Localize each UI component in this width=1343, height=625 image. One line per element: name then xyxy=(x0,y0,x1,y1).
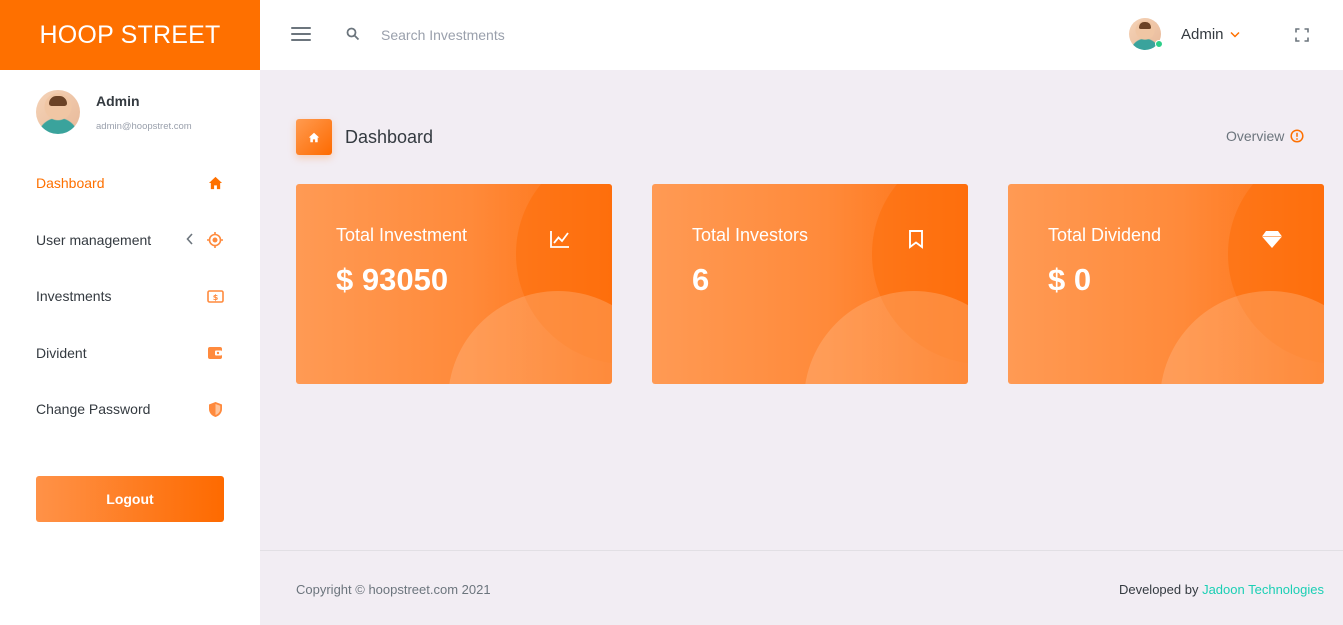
sidebar-item-user-management[interactable]: User management xyxy=(0,212,260,269)
svg-text:$: $ xyxy=(212,293,218,302)
stat-card-value: $ 93050 xyxy=(336,262,449,297)
sidebar-item-investments[interactable]: Investments $ xyxy=(0,268,260,325)
developer-link[interactable]: Jadoon Technologies xyxy=(1202,582,1324,597)
sidebar-item-label: Dashboard xyxy=(36,175,105,192)
search-input[interactable] xyxy=(381,22,681,48)
topbar: Admin xyxy=(260,0,1343,70)
overview-label: Overview xyxy=(1226,128,1285,144)
sidebar-item-label: Investments xyxy=(36,288,112,305)
info-circle-icon xyxy=(1290,129,1304,143)
bookmark-icon xyxy=(904,227,928,251)
chevron-left-icon xyxy=(186,232,194,248)
wallet-icon xyxy=(206,344,224,362)
home-icon xyxy=(206,174,224,192)
profile-email: admin@hoopstret.com xyxy=(96,121,192,132)
footer: Copyright © hoopstreet.com 2021 Develope… xyxy=(260,550,1343,625)
menu-toggle-icon[interactable] xyxy=(291,27,311,41)
chevron-down-icon xyxy=(1230,29,1240,41)
sidebar-item-dashboard[interactable]: Dashboard xyxy=(0,155,260,212)
home-icon xyxy=(296,119,332,155)
sidebar-item-change-password[interactable]: Change Password xyxy=(0,381,260,438)
copyright-text: Copyright © hoopstreet.com 2021 xyxy=(296,582,491,597)
sidebar-item-divident[interactable]: Divident xyxy=(0,325,260,382)
page-title: Dashboard xyxy=(345,126,434,147)
stat-card-total-investors: Total Investors 6 xyxy=(652,184,968,384)
chart-line-icon xyxy=(548,227,572,251)
sidebar: Admin admin@hoopstret.com Dashboard User… xyxy=(0,70,260,625)
avatar xyxy=(1129,18,1163,50)
sidebar-profile[interactable]: Admin admin@hoopstret.com xyxy=(36,90,192,134)
overview-link[interactable]: Overview xyxy=(1226,128,1304,144)
dollar-bill-icon: $ xyxy=(206,287,224,305)
sidebar-item-label: Divident xyxy=(36,344,87,361)
search-icon xyxy=(346,27,360,46)
stat-card-title: Total Investors xyxy=(692,225,809,245)
stat-card-title: Total Investment xyxy=(336,225,468,245)
online-status-dot xyxy=(1155,40,1163,48)
shield-icon xyxy=(206,400,224,418)
sidebar-nav: Dashboard User management Investments $ xyxy=(0,155,260,438)
logout-button[interactable]: Logout xyxy=(36,476,224,522)
avatar xyxy=(36,90,80,134)
stat-card-title: Total Dividend xyxy=(1048,225,1162,245)
sidebar-item-label: Change Password xyxy=(36,401,151,418)
sidebar-item-label: User management xyxy=(36,231,152,248)
profile-name: Admin xyxy=(96,93,140,109)
developed-by-prefix: Developed by xyxy=(1118,582,1199,597)
stat-card-value: $ 0 xyxy=(1048,262,1092,297)
user-menu[interactable]: Admin xyxy=(1129,18,1240,50)
brand-logo[interactable]: HOOP STREET xyxy=(0,0,260,70)
stat-card-total-investment: Total Investment $ 93050 xyxy=(296,184,612,384)
stat-card-value: 6 xyxy=(692,262,710,297)
user-name: Admin xyxy=(1181,25,1224,43)
crosshair-icon xyxy=(206,231,224,249)
fullscreen-icon[interactable] xyxy=(1295,28,1309,47)
developed-by: Developed by Jadoon Technologies xyxy=(1119,582,1324,597)
page-header: Dashboard xyxy=(296,119,433,155)
stat-card-total-dividend: Total Dividend $ 0 xyxy=(1008,184,1324,384)
diamond-icon xyxy=(1260,227,1284,251)
